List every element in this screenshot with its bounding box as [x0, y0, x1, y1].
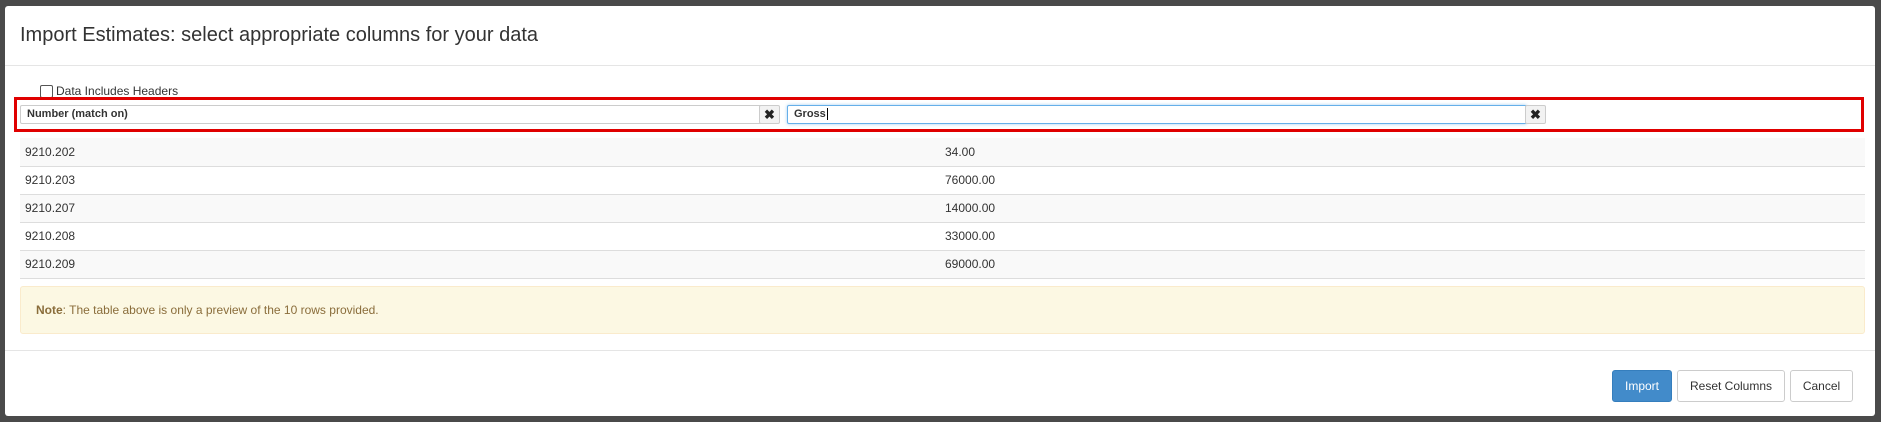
- table-row: 9210.207 14000.00: [20, 194, 1865, 223]
- table-row: 9210.203 76000.00: [20, 166, 1865, 195]
- table-row: 9210.208 33000.00: [20, 222, 1865, 251]
- clear-column-number-button[interactable]: ✖: [759, 105, 780, 124]
- reset-columns-button[interactable]: Reset Columns: [1677, 370, 1785, 402]
- table-cell-number: 9210.207: [20, 194, 940, 223]
- table-cell-gross: 69000.00: [940, 250, 1865, 279]
- table-cell-number: 9210.209: [20, 250, 940, 279]
- column-select-gross[interactable]: Gross: [787, 105, 1527, 124]
- column-select-number[interactable]: Number (match on): [20, 105, 765, 124]
- data-includes-headers-option[interactable]: Data Includes Headers: [40, 84, 178, 98]
- table-cell-gross: 33000.00: [940, 222, 1865, 251]
- table-cell-gross: 14000.00: [940, 194, 1865, 223]
- clear-column-gross-button[interactable]: ✖: [1525, 105, 1546, 124]
- data-includes-headers-checkbox[interactable]: [40, 84, 53, 98]
- table-cell-number: 9210.208: [20, 222, 940, 251]
- table-cell-number: 9210.203: [20, 166, 940, 195]
- clear-icon: ✖: [1530, 107, 1541, 122]
- preview-table: 9210.202 34.00 9210.203 76000.00 9210.20…: [20, 138, 1865, 279]
- table-row: 9210.209 69000.00: [20, 250, 1865, 279]
- column-select-number-value: Number (match on): [27, 108, 128, 120]
- data-includes-headers-label: Data Includes Headers: [56, 84, 179, 98]
- dialog-header: Import Estimates: select appropriate col…: [5, 6, 1875, 66]
- note-text: : The table above is only a preview of t…: [62, 303, 379, 317]
- column-select-gross-value: Gross: [794, 108, 826, 120]
- dialog-footer-divider: [5, 350, 1875, 351]
- table-cell-gross: 34.00: [940, 138, 1865, 167]
- import-button[interactable]: Import: [1612, 370, 1672, 402]
- preview-note: Note: The table above is only a preview …: [20, 286, 1865, 334]
- import-estimates-dialog: Import Estimates: select appropriate col…: [5, 6, 1875, 416]
- table-cell-number: 9210.202: [20, 138, 940, 167]
- table-row: 9210.202 34.00: [20, 138, 1865, 167]
- cancel-button[interactable]: Cancel: [1790, 370, 1853, 402]
- clear-icon: ✖: [764, 107, 775, 122]
- dialog-title: Import Estimates: select appropriate col…: [20, 24, 539, 46]
- text-caret: [826, 108, 828, 121]
- table-cell-gross: 76000.00: [940, 166, 1865, 195]
- note-label: Note: [36, 303, 63, 317]
